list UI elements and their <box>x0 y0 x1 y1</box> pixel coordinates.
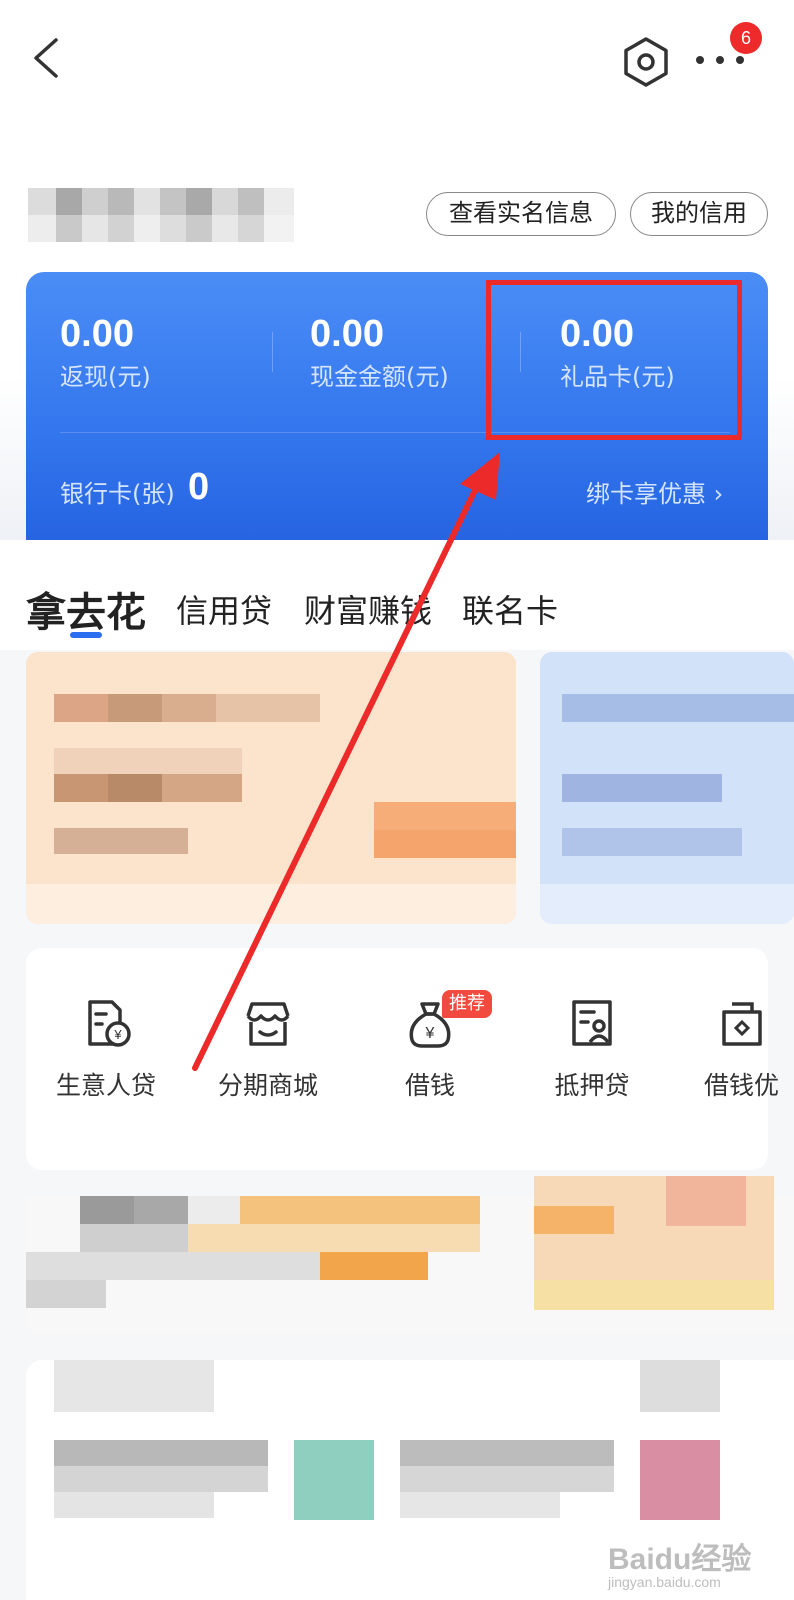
watermark-logo-text: Baidu经验 <box>608 1543 752 1576</box>
watermark-url: jingyan.baidu.com <box>608 1574 721 1590</box>
red-arrow-annotation <box>192 452 500 1071</box>
baidu-watermark-logo: Baidu经验 jingyan.baidu.com <box>608 1530 758 1590</box>
